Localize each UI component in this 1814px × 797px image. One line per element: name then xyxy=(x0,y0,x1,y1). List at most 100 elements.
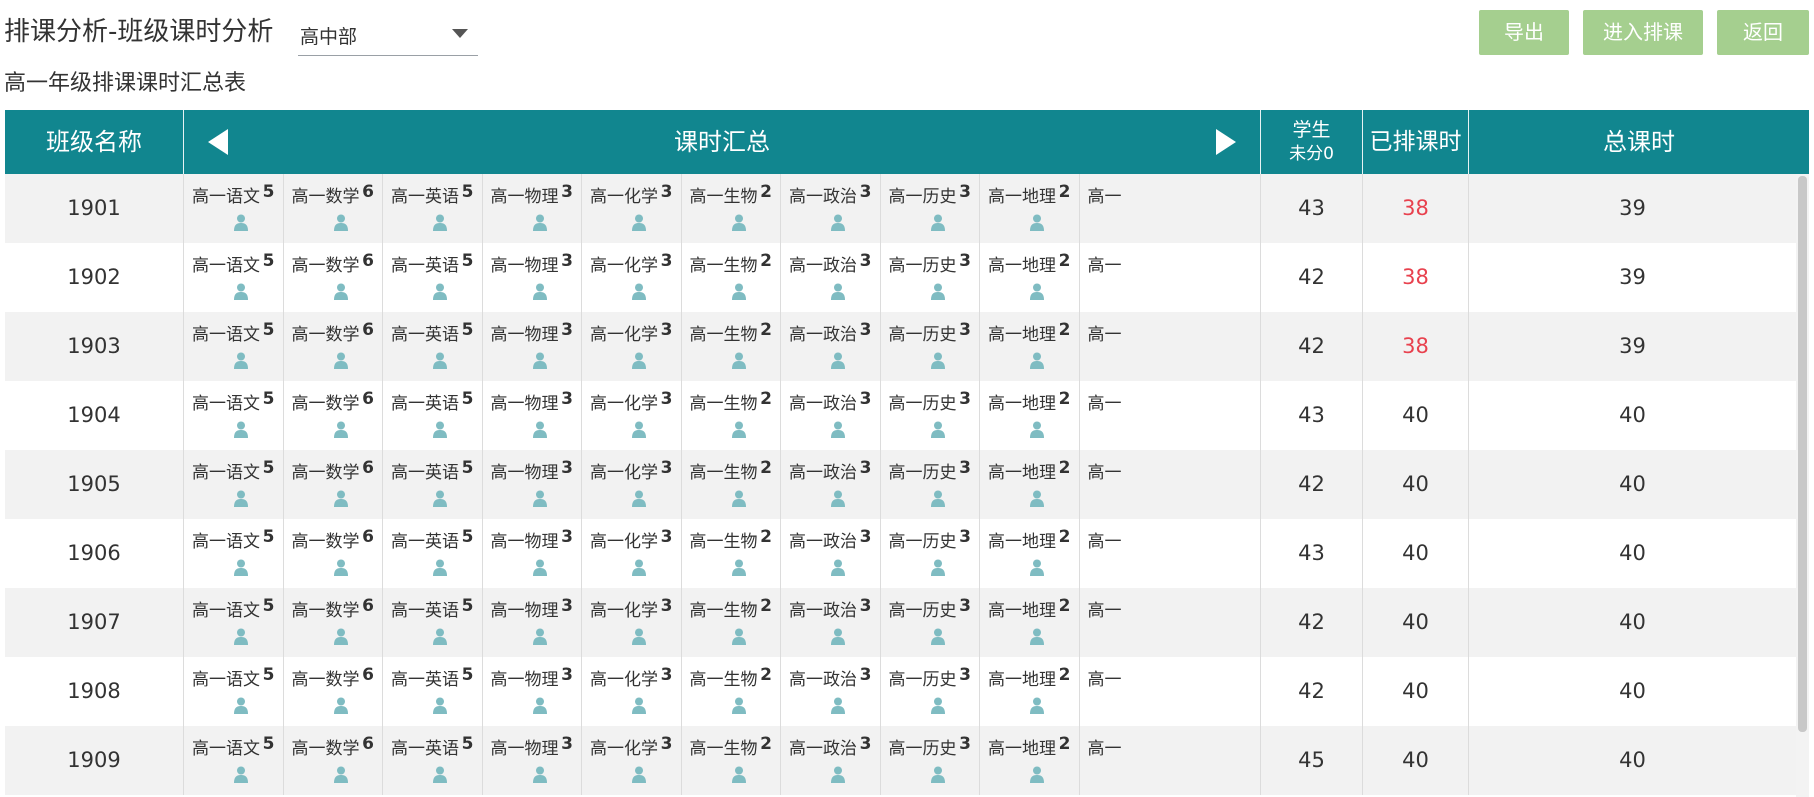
subject-hours-item[interactable]: 高一生物 2 xyxy=(682,312,781,381)
subject-hours-item[interactable]: 高一语文 5 xyxy=(184,174,284,243)
subject-hours-item[interactable]: 高一数学 6 xyxy=(284,174,383,243)
person-icon[interactable] xyxy=(632,766,646,783)
person-icon[interactable] xyxy=(831,214,845,231)
subject-hours-item[interactable]: 高一语文 5 xyxy=(184,381,284,450)
subject-hours-item[interactable]: 高一语文 5 xyxy=(184,450,284,519)
person-icon[interactable] xyxy=(532,628,547,645)
subject-hours-item[interactable]: 高一政治 3 xyxy=(781,726,881,795)
subject-hours-item[interactable]: 高一生物 2 xyxy=(682,381,781,450)
subject-hours-item[interactable]: 高一政治 3 xyxy=(781,381,881,450)
subject-hours-item[interactable]: 高一英语 5 xyxy=(383,243,483,312)
person-icon[interactable] xyxy=(930,490,945,507)
subject-hours-item[interactable]: 高一化学 3 xyxy=(582,174,682,243)
person-icon[interactable] xyxy=(731,421,746,438)
subject-hours-item[interactable]: 高一 xyxy=(1080,381,1140,450)
person-icon[interactable] xyxy=(234,352,248,369)
person-icon[interactable] xyxy=(433,214,447,231)
subject-hours-item[interactable]: 高一化学 3 xyxy=(582,726,682,795)
subject-hours-item[interactable]: 高一生物 2 xyxy=(682,726,781,795)
subject-hours-item[interactable]: 高一物理 3 xyxy=(483,519,582,588)
person-icon[interactable] xyxy=(433,766,447,783)
person-icon[interactable] xyxy=(433,490,447,507)
subject-hours-item[interactable]: 高一历史 3 xyxy=(881,657,980,726)
person-icon[interactable] xyxy=(532,283,547,300)
subject-hours-item[interactable]: 高一历史 3 xyxy=(881,588,980,657)
person-icon[interactable] xyxy=(632,559,646,576)
person-icon[interactable] xyxy=(731,352,746,369)
person-icon[interactable] xyxy=(234,490,248,507)
subject-hours-item[interactable]: 高一数学 6 xyxy=(284,450,383,519)
back-button[interactable]: 返回 xyxy=(1717,10,1809,55)
person-icon[interactable] xyxy=(831,421,845,438)
person-icon[interactable] xyxy=(731,559,746,576)
subject-hours-item[interactable]: 高一语文 5 xyxy=(184,243,284,312)
person-icon[interactable] xyxy=(831,490,845,507)
table-row[interactable]: 1901 高一语文 5 高一数学 6 高一英语 5 高一物理 3 高一化学 3 高一生物 2 高一政治 3 高… xyxy=(5,174,1796,243)
subject-hours-item[interactable]: 高一英语 5 xyxy=(383,519,483,588)
subject-hours-item[interactable]: 高一英语 5 xyxy=(383,588,483,657)
person-icon[interactable] xyxy=(1030,490,1044,507)
scroll-left-arrow-icon[interactable] xyxy=(208,129,228,155)
person-icon[interactable] xyxy=(234,697,248,714)
scrollbar-thumb[interactable] xyxy=(1798,176,1807,732)
table-row[interactable]: 1904 高一语文 5 高一数学 6 高一英语 5 高一物理 3 高一化学 3 高一生物 2 高一政治 3 高… xyxy=(5,381,1796,450)
person-icon[interactable] xyxy=(930,283,945,300)
subject-hours-item[interactable]: 高一物理 3 xyxy=(483,243,582,312)
person-icon[interactable] xyxy=(333,490,348,507)
subject-hours-item[interactable]: 高一化学 3 xyxy=(582,519,682,588)
person-icon[interactable] xyxy=(1030,697,1044,714)
person-icon[interactable] xyxy=(1030,352,1044,369)
person-icon[interactable] xyxy=(532,352,547,369)
subject-hours-item[interactable]: 高一政治 3 xyxy=(781,312,881,381)
subject-hours-item[interactable]: 高一化学 3 xyxy=(582,312,682,381)
subject-hours-item[interactable]: 高一英语 5 xyxy=(383,381,483,450)
person-icon[interactable] xyxy=(234,283,248,300)
subject-hours-item[interactable]: 高一地理 2 xyxy=(980,519,1080,588)
person-icon[interactable] xyxy=(333,421,348,438)
subject-hours-item[interactable]: 高一物理 3 xyxy=(483,726,582,795)
subject-hours-item[interactable]: 高一物理 3 xyxy=(483,312,582,381)
subject-hours-item[interactable]: 高一地理 2 xyxy=(980,174,1080,243)
person-icon[interactable] xyxy=(234,628,248,645)
person-icon[interactable] xyxy=(333,559,348,576)
subject-hours-item[interactable]: 高一化学 3 xyxy=(582,381,682,450)
subject-hours-item[interactable]: 高一数学 6 xyxy=(284,726,383,795)
subject-hours-item[interactable]: 高一 xyxy=(1080,312,1140,381)
subject-hours-item[interactable]: 高一地理 2 xyxy=(980,657,1080,726)
person-icon[interactable] xyxy=(632,697,646,714)
subject-hours-item[interactable]: 高一政治 3 xyxy=(781,519,881,588)
subject-hours-item[interactable]: 高一语文 5 xyxy=(184,588,284,657)
subject-hours-item[interactable]: 高一英语 5 xyxy=(383,174,483,243)
subject-hours-item[interactable]: 高一化学 3 xyxy=(582,243,682,312)
subject-hours-item[interactable]: 高一历史 3 xyxy=(881,726,980,795)
person-icon[interactable] xyxy=(632,352,646,369)
subject-hours-item[interactable]: 高一地理 2 xyxy=(980,450,1080,519)
subject-hours-item[interactable]: 高一语文 5 xyxy=(184,312,284,381)
person-icon[interactable] xyxy=(632,490,646,507)
subject-hours-item[interactable]: 高一地理 2 xyxy=(980,726,1080,795)
subject-hours-item[interactable]: 高一 xyxy=(1080,450,1140,519)
subject-hours-item[interactable]: 高一生物 2 xyxy=(682,174,781,243)
person-icon[interactable] xyxy=(532,766,547,783)
person-icon[interactable] xyxy=(234,421,248,438)
table-row[interactable]: 1907 高一语文 5 高一数学 6 高一英语 5 高一物理 3 高一化学 3 高一生物 2 高一政治 3 高… xyxy=(5,588,1796,657)
person-icon[interactable] xyxy=(1030,559,1044,576)
subject-hours-item[interactable]: 高一政治 3 xyxy=(781,174,881,243)
subject-hours-item[interactable]: 高一政治 3 xyxy=(781,657,881,726)
person-icon[interactable] xyxy=(831,766,845,783)
subject-hours-item[interactable]: 高一语文 5 xyxy=(184,519,284,588)
table-row[interactable]: 1903 高一语文 5 高一数学 6 高一英语 5 高一物理 3 高一化学 3 高一生物 2 高一政治 3 高… xyxy=(5,312,1796,381)
person-icon[interactable] xyxy=(433,628,447,645)
subject-hours-item[interactable]: 高一英语 5 xyxy=(383,450,483,519)
person-icon[interactable] xyxy=(1030,214,1044,231)
person-icon[interactable] xyxy=(831,559,845,576)
person-icon[interactable] xyxy=(632,421,646,438)
subject-hours-item[interactable]: 高一数学 6 xyxy=(284,243,383,312)
person-icon[interactable] xyxy=(632,214,646,231)
subject-hours-item[interactable]: 高一地理 2 xyxy=(980,312,1080,381)
person-icon[interactable] xyxy=(731,283,746,300)
person-icon[interactable] xyxy=(731,697,746,714)
person-icon[interactable] xyxy=(532,559,547,576)
person-icon[interactable] xyxy=(433,352,447,369)
person-icon[interactable] xyxy=(731,766,746,783)
